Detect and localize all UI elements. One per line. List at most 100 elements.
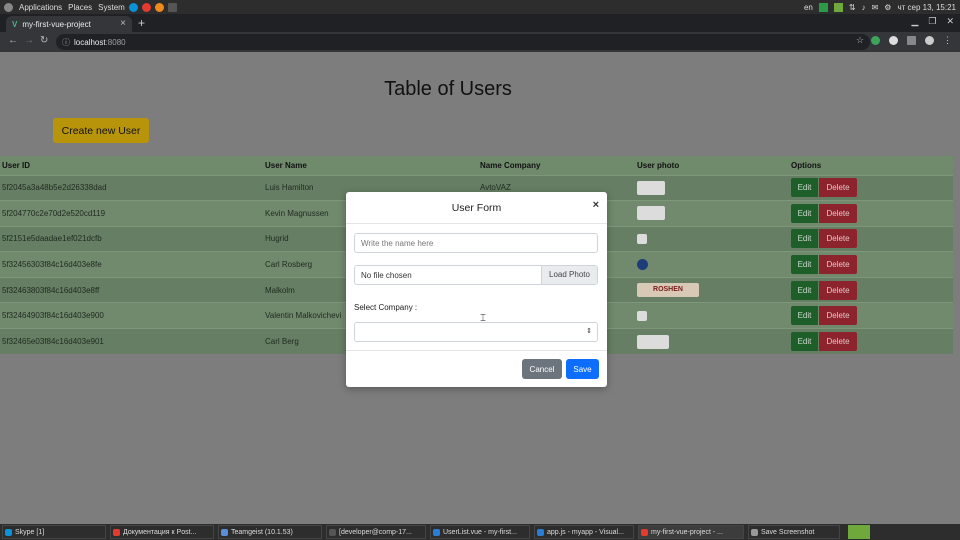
- edit-button[interactable]: Edit: [791, 229, 818, 249]
- keyboard-layout[interactable]: en: [804, 3, 813, 12]
- photo-file-input[interactable]: No file chosen Load Photo: [354, 265, 598, 285]
- photo-cell: [635, 302, 789, 329]
- delete-button[interactable]: Delete: [819, 203, 857, 223]
- back-icon[interactable]: ←: [8, 35, 18, 46]
- create-user-button[interactable]: Create new User: [53, 118, 149, 143]
- delete-button[interactable]: Delete: [819, 229, 857, 249]
- url-host: localhost: [74, 37, 106, 47]
- volume-icon[interactable]: ♪: [862, 3, 866, 12]
- mail-icon[interactable]: ✉: [872, 3, 879, 12]
- delete-button[interactable]: Delete: [819, 255, 857, 275]
- column-user-id: User ID: [0, 156, 263, 175]
- tray-app-icon[interactable]: [818, 2, 828, 12]
- minimize-icon[interactable]: ▁: [911, 16, 918, 27]
- user-id-cell: 5f2045a3a48b5e2d26338dad: [0, 174, 263, 201]
- menu-applications[interactable]: Applications: [19, 3, 62, 12]
- user-photo: [637, 334, 669, 349]
- task-vscode-userlist[interactable]: UserList.vue - my-first...: [430, 525, 530, 539]
- clock[interactable]: чт сер 13, 15:21: [897, 3, 956, 12]
- tab-my-first-vue-project[interactable]: V my-first-vue-project ×: [6, 16, 132, 32]
- bookmark-star-icon[interactable]: ☆: [856, 35, 864, 46]
- new-tab-icon[interactable]: +: [138, 16, 145, 30]
- system-logo-icon[interactable]: [4, 2, 13, 12]
- column-user-photo: User photo: [635, 156, 789, 175]
- terminal-launcher-icon[interactable]: [167, 2, 177, 12]
- task-vscode-app[interactable]: app.js - myapp - Visual...: [534, 525, 634, 539]
- options-cell: Edit Delete: [789, 328, 953, 355]
- task-teamgeist[interactable]: Teamgeist (10.1.53): [218, 525, 322, 539]
- user-photo: ROSHEN: [637, 283, 699, 298]
- task-label: Save Screenshot: [761, 528, 815, 536]
- options-cell: Edit Delete: [789, 302, 953, 329]
- delete-button[interactable]: Delete: [819, 332, 857, 352]
- edit-button[interactable]: Edit: [791, 203, 818, 223]
- menu-system[interactable]: System: [98, 3, 125, 12]
- select-company-label: Select Company :: [354, 303, 418, 312]
- photo-cell: [635, 328, 789, 355]
- edit-button[interactable]: Edit: [791, 255, 818, 275]
- task-label: my-first-vue-project - ...: [651, 528, 723, 536]
- task-skype[interactable]: Skype [1]: [2, 525, 106, 539]
- save-button[interactable]: Save: [566, 359, 599, 379]
- address-bar[interactable]: ⓘ localhost:8080: [56, 34, 870, 50]
- chrome-icon: [113, 529, 120, 536]
- modal-close-icon[interactable]: ×: [593, 199, 599, 211]
- delete-button[interactable]: Delete: [819, 306, 857, 326]
- user-id-cell: 5f204770c2e70d2e520cd119: [0, 200, 263, 227]
- edit-button[interactable]: Edit: [791, 178, 818, 198]
- skype-launcher-icon[interactable]: [128, 2, 138, 12]
- extensions-puzzle-icon[interactable]: [907, 36, 916, 45]
- task-label: app.js - myapp - Visual...: [547, 528, 624, 536]
- close-window-icon[interactable]: ✕: [946, 16, 954, 27]
- cancel-button[interactable]: Cancel: [522, 359, 562, 379]
- vscode-icon: [537, 529, 544, 536]
- restore-icon[interactable]: ❐: [928, 16, 936, 27]
- chrome-launcher-icon[interactable]: [141, 2, 151, 12]
- task-browser[interactable]: my-first-vue-project - ...: [638, 525, 744, 539]
- options-cell: Edit Delete: [789, 251, 953, 278]
- task-label: Teamgeist (10.1.53): [231, 528, 293, 536]
- column-options: Options: [789, 156, 953, 175]
- load-photo-button[interactable]: Load Photo: [541, 266, 597, 284]
- site-info-icon[interactable]: ⓘ: [62, 37, 70, 48]
- user-id-cell: 5f32463803f84c16d403e8ff: [0, 276, 263, 303]
- photo-cell: [635, 225, 789, 252]
- extension-shield-icon[interactable]: [871, 36, 880, 45]
- select-arrow-icon: ⇕: [586, 328, 592, 335]
- user-form-modal: User Form × No file chosen Load Photo Se…: [346, 192, 607, 387]
- extension-circle-icon[interactable]: [889, 36, 898, 45]
- forward-icon[interactable]: →: [24, 35, 34, 46]
- network-icon[interactable]: ⇅: [849, 3, 856, 12]
- workspace-switcher[interactable]: [848, 525, 870, 539]
- tray-update-icon[interactable]: [833, 2, 843, 12]
- options-cell: Edit Delete: [789, 200, 953, 227]
- profile-avatar[interactable]: [925, 36, 934, 45]
- firefox-launcher-icon[interactable]: [154, 2, 164, 12]
- task-docs[interactable]: Документация к Post...: [110, 525, 214, 539]
- user-id-cell: 5f32464903f84c16d403e900: [0, 302, 263, 329]
- user-photo: [637, 310, 647, 321]
- reload-icon[interactable]: ↻: [40, 35, 48, 46]
- user-name-input[interactable]: [354, 233, 598, 253]
- options-cell: Edit Delete: [789, 276, 953, 303]
- edit-button[interactable]: Edit: [791, 306, 818, 326]
- photo-cell: [635, 200, 789, 227]
- file-chosen-text: No file chosen: [361, 271, 412, 280]
- tab-close-icon[interactable]: ×: [120, 18, 126, 29]
- browser-menu-icon[interactable]: ⋮: [943, 36, 952, 45]
- menu-places[interactable]: Places: [68, 3, 92, 12]
- task-save-screenshot[interactable]: Save Screenshot: [748, 525, 840, 539]
- vue-logo-icon: V: [12, 19, 18, 29]
- delete-button[interactable]: Delete: [819, 280, 857, 300]
- task-terminal[interactable]: [developer@comp-17...: [326, 525, 426, 539]
- user-photo: [637, 233, 647, 244]
- window-controls: ▁ ❐ ✕: [911, 16, 954, 27]
- delete-button[interactable]: Delete: [819, 178, 857, 198]
- task-label: [developer@comp-17...: [339, 528, 412, 536]
- user-id-cell: 5f32456303f84c16d403e8fe: [0, 251, 263, 278]
- edit-button[interactable]: Edit: [791, 332, 818, 352]
- settings-icon[interactable]: ⚙: [884, 3, 891, 12]
- company-select[interactable]: ⇕: [354, 322, 598, 342]
- vscode-icon: [433, 529, 440, 536]
- edit-button[interactable]: Edit: [791, 280, 818, 300]
